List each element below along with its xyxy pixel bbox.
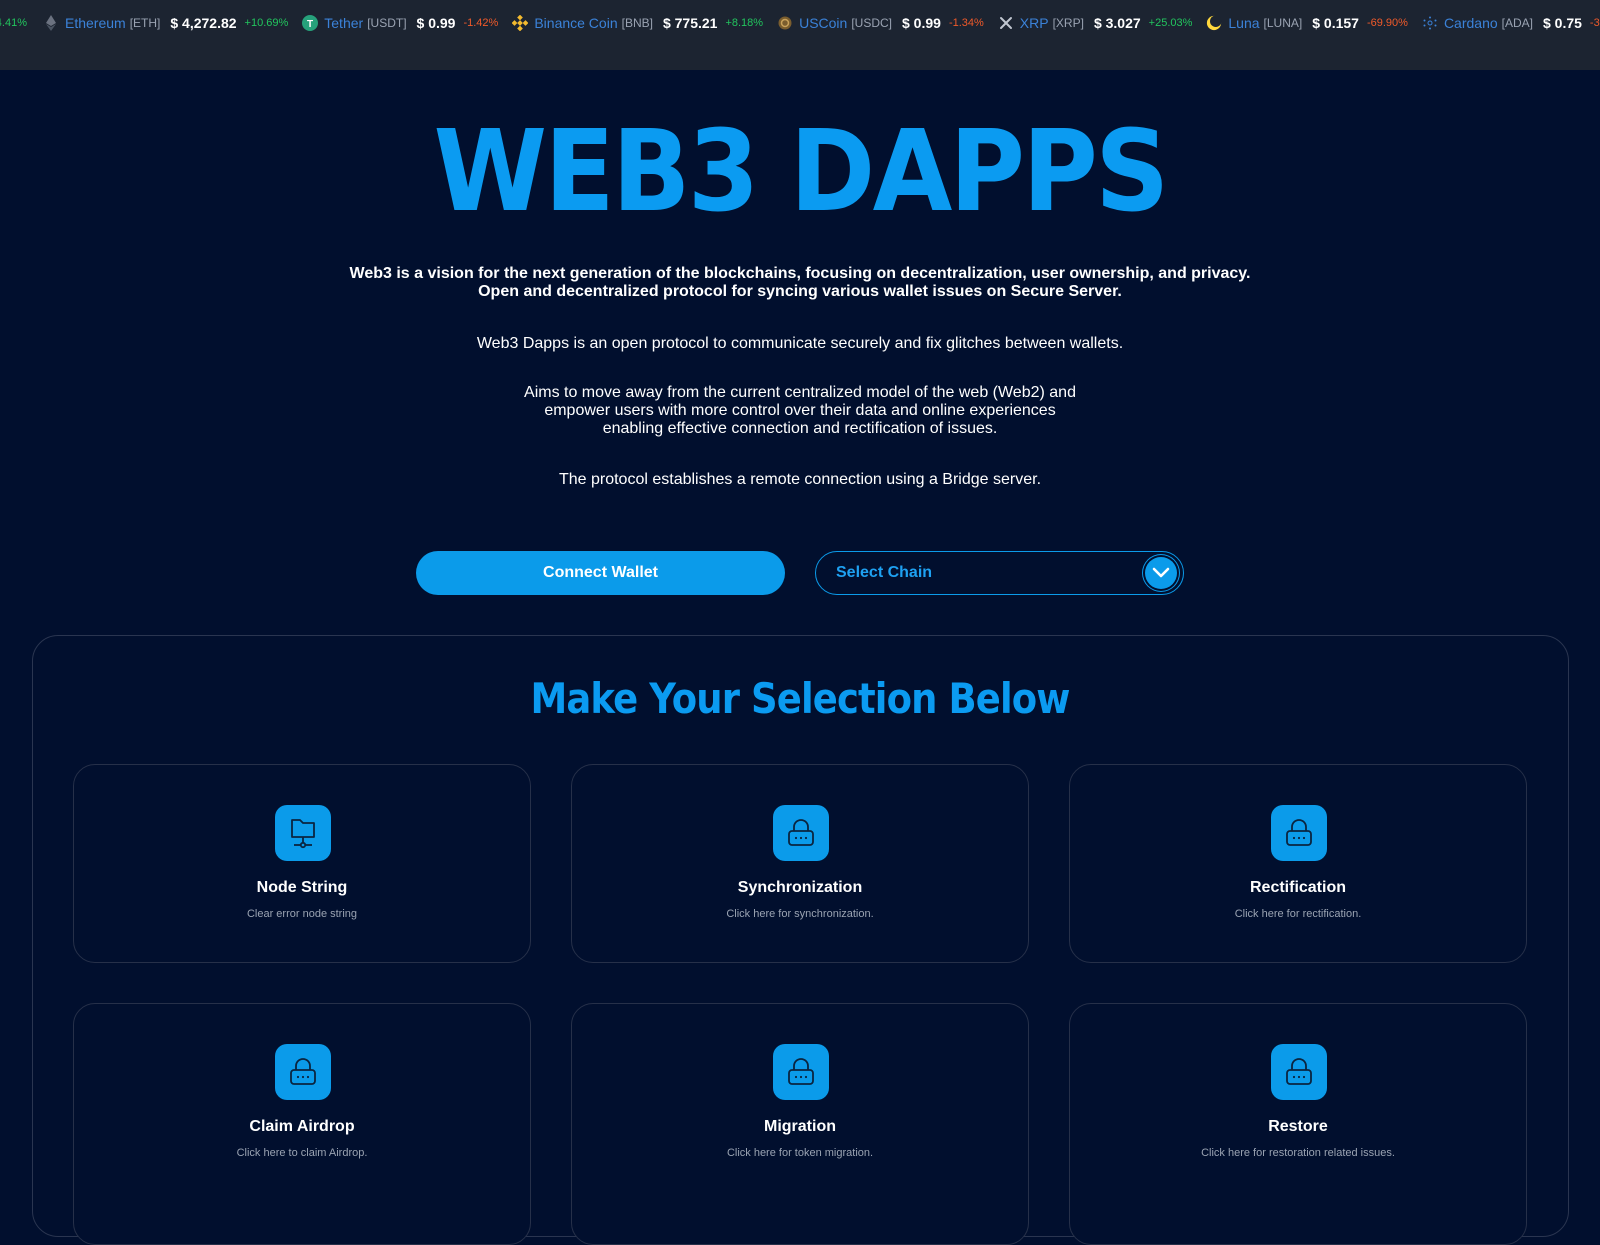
ticker-change: -33.45% <box>1589 17 1600 29</box>
ticker-price: $ 0.75 <box>1542 15 1582 31</box>
card-description: Clear error node string <box>246 908 358 920</box>
ticker-price: $ 4,272.82 <box>170 15 237 31</box>
usdc-icon <box>777 15 793 31</box>
ticker-change: +8.18% <box>725 17 764 29</box>
hero-paragraph: Web3 Dapps is an open protocol to commun… <box>476 335 1124 352</box>
select-chain-label: Select Chain <box>836 564 933 581</box>
ticker-price: $ 3.027 <box>1093 15 1141 31</box>
ticker-change: -69.90% <box>1366 17 1408 29</box>
card-description: Click here for token migration. <box>726 1147 874 1159</box>
binance-coin-icon <box>512 15 529 31</box>
ticker-symbol: [LUNA] <box>1263 16 1303 30</box>
ticker-name: Luna <box>1228 15 1260 31</box>
luna-icon <box>1206 15 1222 31</box>
ticker-lead-change: -14.41% <box>0 17 27 29</box>
chevron-down-icon[interactable] <box>1145 557 1177 589</box>
ethereum-icon <box>43 15 59 31</box>
ticker-symbol: [USDT] <box>367 16 407 30</box>
ticker-item-cardano[interactable]: Cardano [ADA] $ 0.75 -33.45% <box>1422 15 1600 31</box>
ticker-name: USCoin <box>799 15 848 31</box>
ticker-name: Ethereum <box>64 15 126 31</box>
ticker-item-xrp[interactable]: XRP [XRP] $ 3.027 +25.03% <box>998 15 1193 31</box>
lock-icon <box>1271 805 1327 861</box>
hero-paragraph-line: enabling effective connection and rectif… <box>602 420 998 437</box>
ticker-change: -1.34% <box>948 17 984 29</box>
ticker-price: $ 0.99 <box>902 15 941 31</box>
ticker-item-luna[interactable]: Luna [LUNA] $ 0.157 -69.90% <box>1206 15 1408 31</box>
card-title: Rectification <box>1249 879 1346 896</box>
hero-paragraph: The protocol establishes a remote connec… <box>558 471 1042 488</box>
card-title: Claim Airdrop <box>249 1118 355 1135</box>
card-node-string[interactable]: Node String Clear error node string <box>73 764 531 963</box>
ticker-name: Cardano <box>1443 15 1498 31</box>
card-description: Click here for restoration related issue… <box>1201 1147 1395 1159</box>
ticker-name: Binance Coin <box>534 15 618 31</box>
select-chain-dropdown[interactable]: Select Chain <box>815 551 1184 595</box>
ticker-symbol: [ETH] <box>129 16 161 30</box>
ticker-symbol: [BNB] <box>621 16 653 30</box>
folder-network-icon <box>275 805 331 861</box>
card-synchronization[interactable]: Synchronization Click here for synchroni… <box>571 764 1029 963</box>
ticker-symbol: [XRP] <box>1052 16 1084 30</box>
ticker-item-binance-coin[interactable]: Binance Coin [BNB] $ 775.21 +8.18% <box>512 15 763 31</box>
ticker-change: -1.42% <box>463 17 499 29</box>
card-title: Synchronization <box>737 879 863 896</box>
hero-lead: Web3 is a vision for the next generation… <box>0 265 1600 301</box>
lock-icon <box>773 805 829 861</box>
card-restore[interactable]: Restore Click here for restoration relat… <box>1069 1003 1527 1245</box>
card-title: Restore <box>1268 1118 1328 1135</box>
card-title: Migration <box>764 1118 836 1135</box>
card-title: Node String <box>256 879 348 896</box>
selection-title: Make Your Selection Below <box>530 674 1070 723</box>
xrp-icon <box>998 15 1014 31</box>
ticker-price: $ 775.21 <box>662 15 718 31</box>
ticker-item-ethereum[interactable]: Ethereum [ETH] $ 4,272.82 +10.69% <box>43 15 288 31</box>
ticker-price: $ 0.99 <box>416 15 456 31</box>
ticker-item-usdc[interactable]: USCoin [USDC] $ 0.99 -1.34% <box>777 15 984 31</box>
card-migration[interactable]: Migration Click here for token migration… <box>571 1003 1029 1245</box>
lock-icon <box>773 1044 829 1100</box>
card-rectification[interactable]: Rectification Click here for rectificati… <box>1069 764 1527 963</box>
card-description: Click here to claim Airdrop. <box>236 1147 368 1159</box>
hero-title: WEB3 DAPPS <box>433 107 1169 237</box>
card-claim-airdrop[interactable]: Claim Airdrop Click here to claim Airdro… <box>73 1003 531 1245</box>
ticker-symbol: [USDC] <box>851 16 892 30</box>
hero-lead-line: Web3 is a vision for the next generation… <box>349 265 1251 282</box>
hero-paragraph-line: empower users with more control over the… <box>544 402 1056 419</box>
lock-icon <box>1271 1044 1327 1100</box>
ticker-symbol: [ADA] <box>1501 16 1533 30</box>
cardano-icon <box>1422 15 1438 31</box>
hero-paragraph-line: Aims to move away from the current centr… <box>524 384 1076 401</box>
card-description: Click here for synchronization. <box>726 908 874 920</box>
ticker-price: $ 0.157 <box>1312 15 1359 31</box>
price-ticker: -14.41% Ethereum [ETH] $ 4,272.82 +10.69… <box>0 0 1600 70</box>
hero-lead-line: Open and decentralized protocol for sync… <box>478 283 1122 300</box>
connect-wallet-button[interactable]: Connect Wallet <box>416 551 785 595</box>
ticker-change: +10.69% <box>244 17 289 29</box>
card-description: Click here for rectification. <box>1234 908 1362 920</box>
ticker-name: Tether <box>324 15 364 31</box>
svg-text:T: T <box>307 19 313 30</box>
hero-paragraph: Aims to move away from the current centr… <box>0 384 1600 438</box>
ticker-change: +25.03% <box>1148 17 1193 29</box>
lock-icon <box>275 1044 331 1100</box>
ticker-item-tether[interactable]: T Tether [USDT] $ 0.99 -1.42% <box>302 15 498 31</box>
ticker-name: XRP <box>1019 15 1049 31</box>
tether-icon: T <box>302 15 319 31</box>
